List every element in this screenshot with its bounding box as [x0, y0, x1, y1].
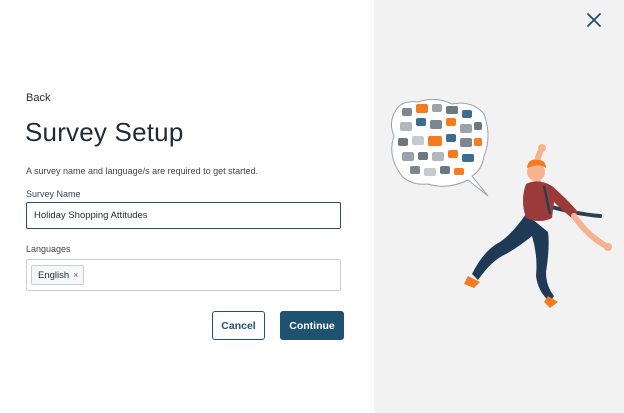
continue-button[interactable]: Continue	[280, 311, 344, 340]
page-subtitle: A survey name and language/s are require…	[26, 166, 259, 176]
language-chip-label: English	[38, 269, 70, 281]
jumping-person-illustration	[390, 98, 612, 308]
cancel-button[interactable]: Cancel	[212, 311, 265, 340]
languages-input[interactable]: English ×	[26, 259, 341, 291]
jumping-person-icon	[464, 144, 612, 308]
page-title: Survey Setup	[25, 117, 184, 147]
survey-name-label: Survey Name	[26, 189, 81, 199]
close-icon[interactable]	[585, 11, 603, 29]
language-chip-english: English ×	[31, 265, 85, 285]
languages-label: Languages	[26, 244, 71, 254]
back-link[interactable]: Back	[26, 92, 50, 104]
survey-name-input[interactable]	[26, 202, 341, 229]
setup-panel: Back Survey Setup A survey name and lang…	[0, 0, 374, 413]
remove-chip-icon[interactable]: ×	[73, 270, 78, 280]
speech-bubble-cloud-icon	[390, 98, 489, 197]
